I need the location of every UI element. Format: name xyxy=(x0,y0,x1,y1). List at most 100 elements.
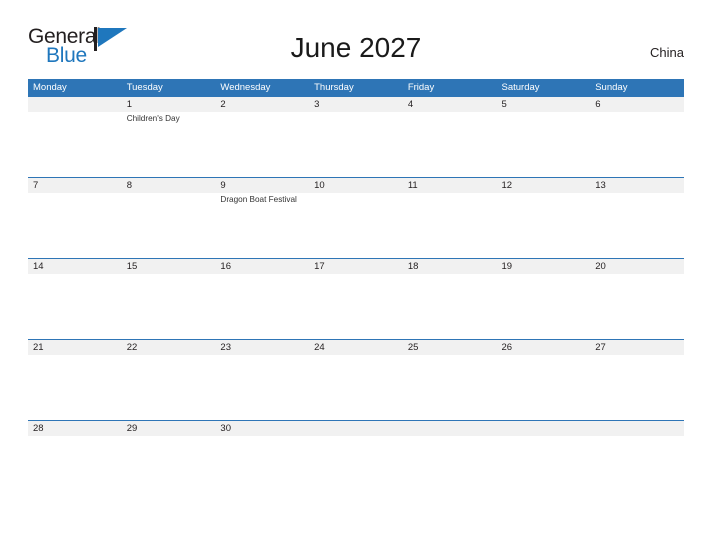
day-cell-11[interactable] xyxy=(403,193,497,258)
date-number-14[interactable]: 14 xyxy=(28,259,122,274)
day-cell-20[interactable] xyxy=(590,274,684,339)
event-label: Children's Day xyxy=(126,114,180,123)
date-number-2[interactable]: 2 xyxy=(215,97,309,112)
date-number-17[interactable]: 17 xyxy=(309,259,403,274)
weekday-header-thursday: Thursday xyxy=(314,82,354,93)
calendar-weeks: 1 2 3 4 5 6 Children's Day 7 8 9 10 11 12 13 Dragon Bo… xyxy=(28,96,684,501)
day-cell-21[interactable] xyxy=(28,355,122,420)
day-cell-15[interactable] xyxy=(122,274,216,339)
weekday-header-sunday: Sunday xyxy=(595,82,628,93)
date-number-25[interactable]: 25 xyxy=(403,340,497,355)
date-number-row: 28 29 30 xyxy=(28,421,684,436)
day-cell-22[interactable] xyxy=(122,355,216,420)
weekday-header-monday: Monday xyxy=(33,82,67,93)
day-cell-9[interactable]: Dragon Boat Festival xyxy=(215,193,309,258)
day-cell-empty xyxy=(309,436,403,501)
day-cell-24[interactable] xyxy=(309,355,403,420)
day-cell-empty xyxy=(497,436,591,501)
date-number-22[interactable]: 22 xyxy=(122,340,216,355)
day-cell-6[interactable] xyxy=(590,112,684,177)
date-number-empty xyxy=(28,97,122,112)
date-number-row: 14 15 16 17 18 19 20 xyxy=(28,259,684,274)
date-number-13[interactable]: 13 xyxy=(590,178,684,193)
date-number-21[interactable]: 21 xyxy=(28,340,122,355)
date-number-4[interactable]: 4 xyxy=(403,97,497,112)
date-number-empty xyxy=(590,421,684,436)
date-number-9[interactable]: 9 xyxy=(215,178,309,193)
date-number-12[interactable]: 12 xyxy=(497,178,591,193)
date-number-15[interactable]: 15 xyxy=(122,259,216,274)
date-number-5[interactable]: 5 xyxy=(497,97,591,112)
date-number-8[interactable]: 8 xyxy=(122,178,216,193)
calendar-week-row: 7 8 9 10 11 12 13 Dragon Boat Festival xyxy=(28,177,684,258)
calendar-week-row: 14 15 16 17 18 19 20 xyxy=(28,258,684,339)
weekday-header-tuesday: Tuesday xyxy=(126,82,163,93)
day-cell-18[interactable] xyxy=(403,274,497,339)
date-number-row: 7 8 9 10 11 12 13 xyxy=(28,178,684,193)
date-number-7[interactable]: 7 xyxy=(28,178,122,193)
date-number-row: 21 22 23 24 25 26 27 xyxy=(28,340,684,355)
date-number-row: 123456 xyxy=(28,97,684,112)
date-number-29[interactable]: 29 xyxy=(122,421,216,436)
date-number-10[interactable]: 10 xyxy=(309,178,403,193)
day-cell-26[interactable] xyxy=(497,355,591,420)
day-cell-empty xyxy=(28,112,122,177)
date-number-18[interactable]: 18 xyxy=(403,259,497,274)
day-cell-19[interactable] xyxy=(497,274,591,339)
event-label: Dragon Boat Festival xyxy=(220,195,297,204)
day-cell-25[interactable] xyxy=(403,355,497,420)
date-number-16[interactable]: 16 xyxy=(215,259,309,274)
day-cell-3[interactable] xyxy=(309,112,403,177)
calendar-week-row: 21 22 23 24 25 26 27 xyxy=(28,339,684,420)
day-cell-4[interactable] xyxy=(403,112,497,177)
date-number-1[interactable]: 1 xyxy=(122,97,216,112)
calendar-week-row: 1 2 3 4 5 6 Children's Day xyxy=(28,96,684,177)
page-header: General Blue June 2027 China xyxy=(0,0,712,78)
country-label: China xyxy=(650,45,684,60)
day-content-row xyxy=(28,274,684,339)
date-number-28[interactable]: 28 xyxy=(28,421,122,436)
date-number-27[interactable]: 27 xyxy=(590,340,684,355)
day-cell-14[interactable] xyxy=(28,274,122,339)
day-cell-5[interactable] xyxy=(497,112,591,177)
day-cell-empty xyxy=(403,436,497,501)
date-number-19[interactable]: 19 xyxy=(497,259,591,274)
date-number-6[interactable]: 6 xyxy=(590,97,684,112)
day-cell-29[interactable] xyxy=(122,436,216,501)
day-cell-13[interactable] xyxy=(590,193,684,258)
day-content-row xyxy=(28,436,684,501)
day-cell-8[interactable] xyxy=(122,193,216,258)
weekday-header-friday: Friday xyxy=(407,82,435,93)
date-number-empty xyxy=(497,421,591,436)
day-cell-1[interactable]: Children's Day xyxy=(122,112,216,177)
day-content-row: Dragon Boat Festival xyxy=(28,193,684,258)
date-number-26[interactable]: 26 xyxy=(497,340,591,355)
day-cell-empty xyxy=(590,436,684,501)
date-number-23[interactable]: 23 xyxy=(215,340,309,355)
page-title: June 2027 xyxy=(290,32,422,63)
day-cell-28[interactable] xyxy=(28,436,122,501)
day-content-row: Children's Day xyxy=(28,112,684,177)
calendar-grid: Monday Tuesday Wednesday Thursday Friday Satu… xyxy=(28,79,684,501)
weekday-header-wednesday: Wednesday xyxy=(220,82,271,93)
date-number-11[interactable]: 11 xyxy=(403,178,497,193)
day-cell-7[interactable] xyxy=(28,193,122,258)
weekday-header-row: Monday Tuesday Wednesday Thursday Friday Satu… xyxy=(28,79,684,96)
weekday-header-saturday: Saturday xyxy=(501,82,540,93)
day-cell-16[interactable] xyxy=(215,274,309,339)
day-cell-23[interactable] xyxy=(215,355,309,420)
date-number-empty xyxy=(403,421,497,436)
date-number-30[interactable]: 30 xyxy=(215,421,309,436)
day-cell-17[interactable] xyxy=(309,274,403,339)
day-cell-30[interactable] xyxy=(215,436,309,501)
day-cell-2[interactable] xyxy=(215,112,309,177)
date-number-24[interactable]: 24 xyxy=(309,340,403,355)
day-cell-27[interactable] xyxy=(590,355,684,420)
day-cell-12[interactable] xyxy=(497,193,591,258)
day-cell-10[interactable] xyxy=(309,193,403,258)
date-number-3[interactable]: 3 xyxy=(309,97,403,112)
date-number-empty xyxy=(309,421,403,436)
day-content-row xyxy=(28,355,684,420)
date-number-20[interactable]: 20 xyxy=(590,259,684,274)
calendar-week-row: 28 29 30 xyxy=(28,420,684,501)
